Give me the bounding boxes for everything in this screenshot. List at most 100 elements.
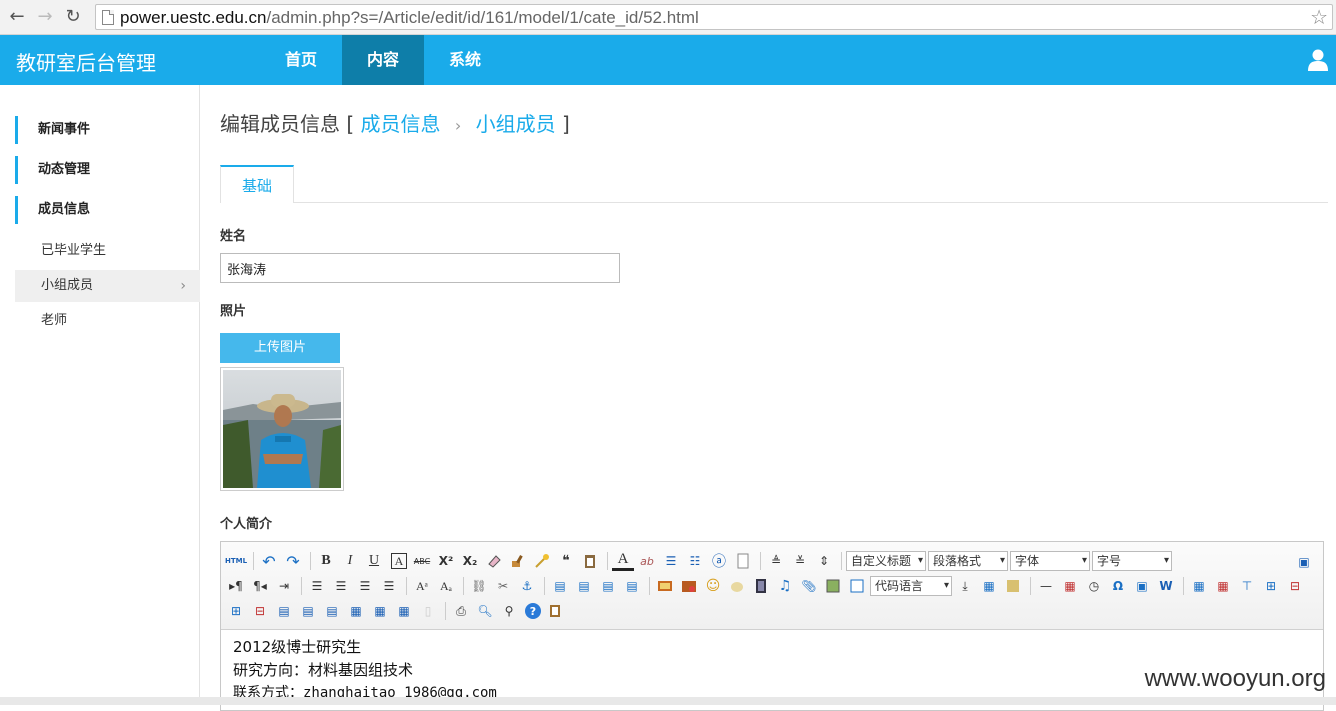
font-border-icon[interactable]: A — [391, 553, 407, 569]
bookmark-star-icon[interactable]: ☆ — [1310, 5, 1328, 29]
sidebar-group-news[interactable]: 新闻事件 — [15, 116, 200, 144]
page-break-icon[interactable]: ⤓ — [954, 576, 976, 596]
superscript-icon[interactable]: X² — [435, 551, 457, 571]
sidebar-item-teachers[interactable]: 老师 — [15, 305, 200, 337]
nav-home[interactable]: 首页 — [260, 35, 342, 85]
delete-row-icon[interactable]: ⊟ — [1284, 576, 1306, 596]
line-height-icon[interactable]: ⇕ — [813, 551, 835, 571]
highlight-color-icon[interactable]: ab — [636, 551, 658, 571]
breadcrumb-group-members[interactable]: 小组成员 — [476, 112, 556, 136]
breadcrumb-member-info[interactable]: 成员信息 — [361, 112, 441, 136]
horizontal-scrollbar[interactable] — [0, 697, 1336, 705]
ordered-list-icon[interactable]: ☰ — [660, 551, 682, 571]
row-spacing-bottom-icon[interactable]: ≚ — [789, 551, 811, 571]
align-justify-icon[interactable]: ☰ — [378, 576, 400, 596]
font-family-select[interactable]: 字体 — [1010, 551, 1090, 571]
align-center-icon[interactable]: ☰ — [330, 576, 352, 596]
split-rows-icon[interactable]: ▦ — [369, 601, 391, 621]
insert-row-icon[interactable]: ⊞ — [1260, 576, 1282, 596]
bold-icon[interactable]: B — [315, 551, 337, 571]
insert-video-icon[interactable] — [750, 576, 772, 596]
help-icon[interactable]: ? — [525, 603, 541, 619]
map-icon[interactable] — [822, 576, 844, 596]
new-page-icon[interactable] — [732, 551, 754, 571]
split-cells-icon[interactable]: ▦ — [345, 601, 367, 621]
merge-down-icon[interactable]: ▤ — [321, 601, 343, 621]
editor-content[interactable]: 2012级博士研究生 研究方向：材料基因组技术 联系方式：zhanghaitao… — [233, 636, 497, 705]
emoticon-icon[interactable]: ☺ — [702, 576, 724, 596]
direction-ltr-icon[interactable]: ▸¶ — [225, 576, 247, 596]
word-image-icon[interactable]: W — [1155, 576, 1177, 596]
link-icon[interactable]: ⛓ — [468, 576, 490, 596]
underline-icon[interactable]: U — [363, 551, 385, 571]
eraser-icon[interactable] — [483, 551, 505, 571]
row-spacing-top-icon[interactable]: ≜ — [765, 551, 787, 571]
link-email-icon[interactable]: ⓐ — [708, 551, 730, 571]
direction-rtl-icon[interactable]: ¶◂ — [249, 576, 271, 596]
custom-heading-select[interactable]: 自定义标题 — [846, 551, 926, 571]
font-size-select[interactable]: 字号 — [1092, 551, 1172, 571]
merge-cells-icon[interactable]: ▤ — [273, 601, 295, 621]
unlink-icon[interactable]: ✂ — [492, 576, 514, 596]
align-left-icon[interactable]: ☰ — [306, 576, 328, 596]
font-color-icon[interactable]: A — [612, 551, 634, 571]
image-center-icon[interactable]: ▤ — [621, 576, 643, 596]
undo-icon[interactable]: ↶ — [258, 551, 280, 571]
sidebar-group-members[interactable]: 成员信息 — [15, 196, 200, 224]
italic-icon[interactable]: I — [339, 551, 361, 571]
fullscreen-icon[interactable]: ▣ — [1293, 552, 1315, 572]
snapscreen-icon[interactable]: ▣ — [1131, 576, 1153, 596]
delete-col-icon[interactable]: ⊟ — [249, 601, 271, 621]
blockquote-icon[interactable]: ❝ — [555, 551, 577, 571]
nav-content[interactable]: 内容 — [342, 35, 424, 85]
music-icon[interactable]: ♫ — [774, 576, 796, 596]
insert-col-icon[interactable]: ⊞ — [225, 601, 247, 621]
code-language-select[interactable]: 代码语言 — [870, 576, 952, 596]
unordered-list-icon[interactable]: ☷ — [684, 551, 706, 571]
attachment-icon[interactable]: 📎︎ — [798, 576, 820, 596]
auto-format-icon[interactable] — [531, 551, 553, 571]
draft-icon[interactable] — [544, 601, 566, 621]
back-icon[interactable]: ← — [6, 6, 28, 28]
image-none-icon[interactable]: ▤ — [549, 576, 571, 596]
image-right-icon[interactable]: ▤ — [597, 576, 619, 596]
redo-icon[interactable]: ↷ — [282, 551, 304, 571]
scrawl-icon[interactable] — [726, 576, 748, 596]
background-icon[interactable] — [1002, 576, 1024, 596]
search-replace-icon[interactable]: ⚲ — [498, 601, 520, 621]
forward-icon[interactable]: → — [34, 6, 56, 28]
date-icon[interactable]: ▦ — [1059, 576, 1081, 596]
paragraph-format-select[interactable]: 段落格式 — [928, 551, 1008, 571]
horizontal-rule-icon[interactable]: — — [1035, 576, 1057, 596]
anchor-icon[interactable]: ⚓ — [516, 576, 538, 596]
chart-icon[interactable]: ▯ — [417, 601, 439, 621]
template-icon[interactable]: ▦ — [978, 576, 1000, 596]
reload-icon[interactable]: ↻ — [62, 6, 84, 28]
delete-table-icon[interactable]: ▦ — [1212, 576, 1234, 596]
uppercase-icon[interactable]: Aᵃ — [411, 576, 433, 596]
multi-image-icon[interactable] — [678, 576, 700, 596]
preview-icon[interactable]: 🔍︎ — [474, 601, 496, 621]
upload-image-button[interactable]: 上传图片 — [220, 333, 340, 363]
address-bar[interactable]: power.uestc.edu.cn/admin.php?s=/Article/… — [95, 4, 1333, 30]
insert-paragraph-before-table-icon[interactable]: ⊤ — [1236, 576, 1258, 596]
time-icon[interactable]: ◷ — [1083, 576, 1105, 596]
insert-image-icon[interactable] — [654, 576, 676, 596]
nav-system[interactable]: 系统 — [424, 35, 506, 85]
name-input[interactable] — [220, 253, 620, 283]
image-left-icon[interactable]: ▤ — [573, 576, 595, 596]
indent-icon[interactable]: ⇥ — [273, 576, 295, 596]
print-icon[interactable]: ⎙ — [450, 601, 472, 621]
split-cols-icon[interactable]: ▦ — [393, 601, 415, 621]
html-source-button[interactable]: HTML — [225, 551, 247, 571]
insert-table-icon[interactable]: ▦ — [1188, 576, 1210, 596]
strikethrough-icon[interactable]: ABC — [411, 551, 433, 571]
user-icon[interactable] — [1308, 49, 1328, 71]
format-painter-icon[interactable] — [507, 551, 529, 571]
lowercase-icon[interactable]: Aₐ — [435, 576, 457, 596]
align-right-icon[interactable]: ☰ — [354, 576, 376, 596]
subscript-icon[interactable]: X₂ — [459, 551, 481, 571]
special-char-icon[interactable]: Ω — [1107, 576, 1129, 596]
tab-basic[interactable]: 基础 — [220, 165, 294, 203]
sidebar-item-group-members[interactable]: 小组成员 › — [15, 270, 200, 302]
